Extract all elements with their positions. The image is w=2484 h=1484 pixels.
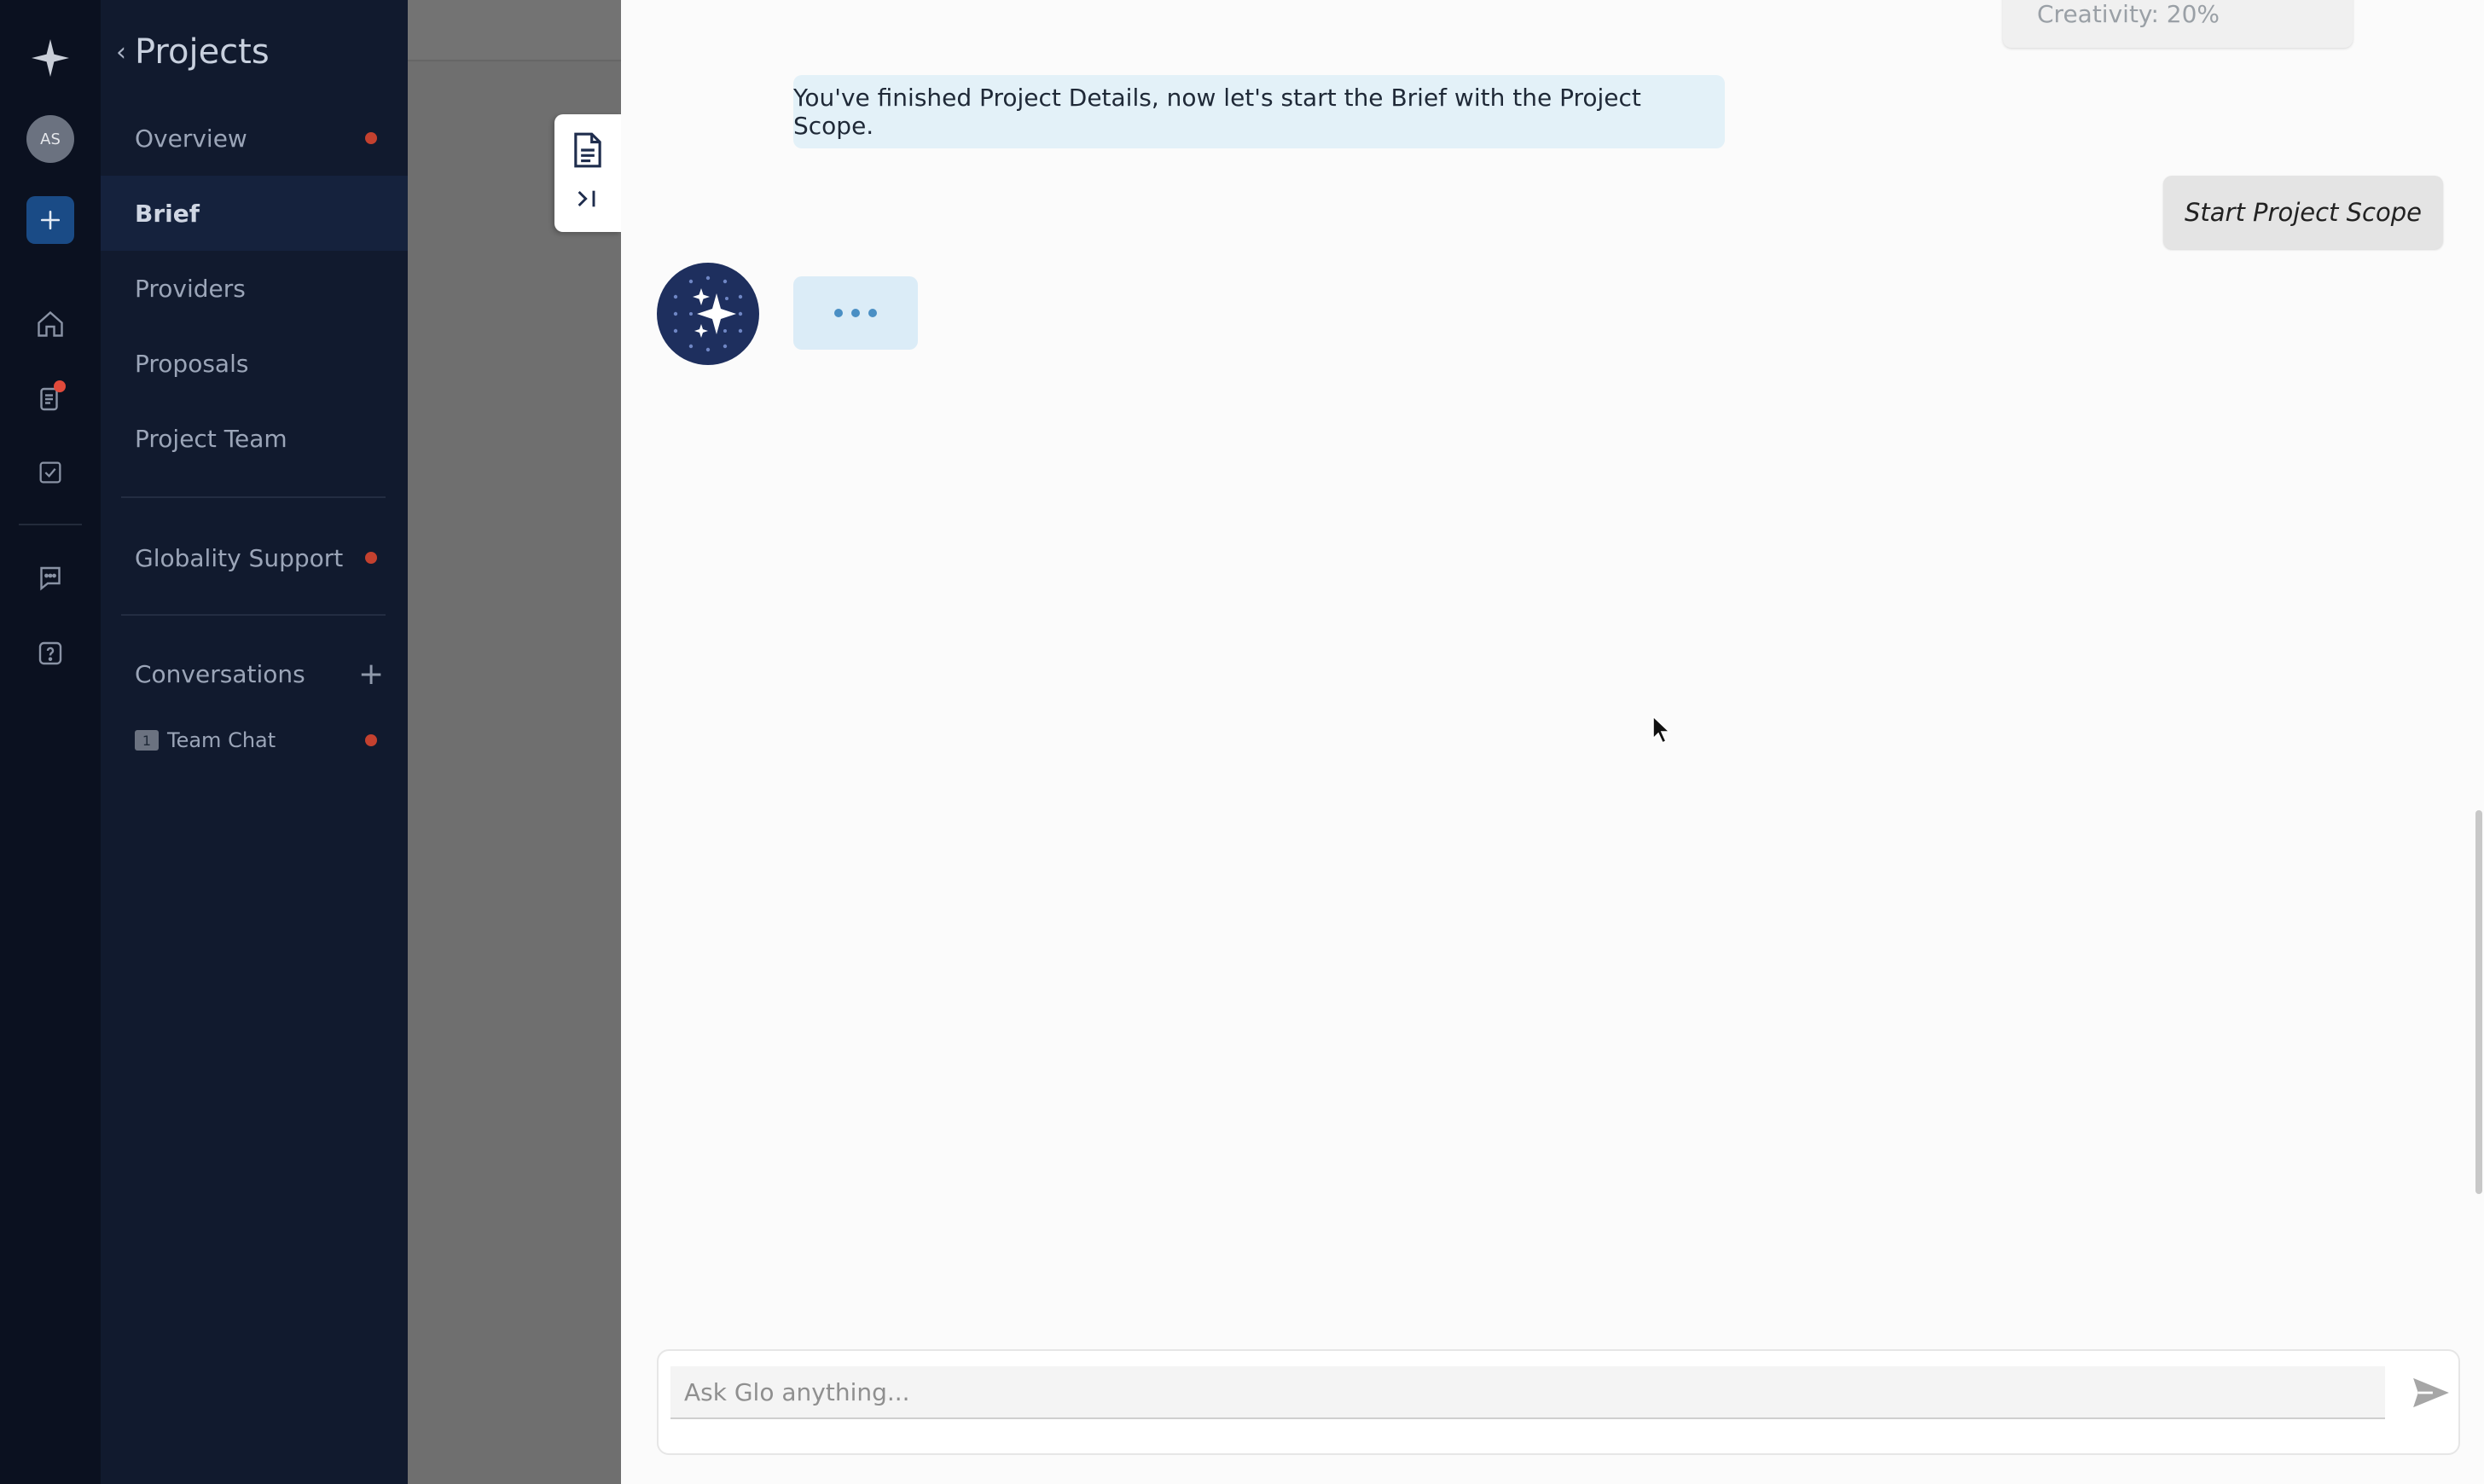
rail-divider <box>19 524 82 525</box>
projects-header[interactable]: ‹ Projects <box>116 32 270 72</box>
typing-dot <box>868 309 877 317</box>
conversations-label: Conversations <box>135 659 305 688</box>
chevron-left-icon[interactable]: ‹ <box>116 38 126 67</box>
dimmed-header <box>408 0 621 61</box>
plus-icon[interactable] <box>26 196 74 244</box>
notification-dot <box>365 552 377 564</box>
scrollbar-thumb[interactable] <box>2475 810 2482 1194</box>
assistant-avatar-icon <box>657 263 759 365</box>
document-icon[interactable] <box>572 131 604 172</box>
nav-item-proposals[interactable]: Proposals <box>101 326 408 401</box>
typing-dot <box>851 309 860 317</box>
drawer-tab <box>554 114 621 232</box>
home-icon[interactable] <box>26 300 74 348</box>
chat-icon[interactable] <box>26 554 74 602</box>
mouse-cursor-icon <box>1651 715 1672 749</box>
documents-icon[interactable] <box>26 375 74 423</box>
nav-item-globality-support[interactable]: Globality Support <box>101 520 408 595</box>
typing-dot <box>834 309 843 317</box>
chat-input[interactable] <box>670 1366 2385 1419</box>
sparkle-logo-icon[interactable] <box>26 34 74 82</box>
nav-item-label: Brief <box>135 199 200 228</box>
chat-input-container <box>657 1349 2460 1455</box>
bot-message: You've finished Project Details, now let… <box>793 75 1725 148</box>
nav-item-label: Overview <box>135 124 247 153</box>
notification-dot <box>365 734 377 746</box>
start-project-scope-button[interactable]: Start Project Scope <box>2163 176 2443 249</box>
nav-item-project-team[interactable]: Project Team <box>101 401 408 476</box>
help-icon[interactable] <box>26 629 74 677</box>
previous-message-card: Creativity: 20% <box>2003 0 2353 48</box>
nav-item-brief[interactable]: Brief <box>101 176 408 251</box>
projects-nav: ‹ Projects Overview Brief Providers Prop… <box>101 0 408 1484</box>
add-conversation-icon[interactable]: + <box>358 657 384 692</box>
avatar[interactable]: AS <box>26 115 74 163</box>
nav-divider <box>121 614 386 616</box>
send-icon[interactable] <box>2407 1371 2455 1414</box>
icon-rail: AS <box>0 0 101 1484</box>
nav-item-label: Proposals <box>135 349 249 378</box>
conversations-header: Conversations + <box>101 636 408 711</box>
notification-dot <box>365 132 377 144</box>
nav-item-providers[interactable]: Providers <box>101 251 408 326</box>
collapse-panel-icon[interactable] <box>573 186 601 215</box>
nav-item-label: Project Team <box>135 424 287 453</box>
unread-count-badge: 1 <box>135 730 159 751</box>
nav-item-overview[interactable]: Overview <box>101 101 408 176</box>
nav-item-label: Globality Support <box>135 543 344 572</box>
checklist-icon[interactable] <box>26 449 74 496</box>
conversation-label: Team Chat <box>167 728 276 752</box>
page-title: Projects <box>135 32 270 72</box>
notification-dot <box>54 380 66 392</box>
nav-divider <box>121 496 386 498</box>
nav-item-label: Providers <box>135 274 246 303</box>
conversation-item-team-chat[interactable]: 1 Team Chat <box>101 703 408 778</box>
typing-indicator <box>793 276 918 350</box>
previous-message-text: Creativity: 20% <box>2037 0 2220 28</box>
chat-panel: Creativity: 20% You've finished Project … <box>621 0 2484 1484</box>
